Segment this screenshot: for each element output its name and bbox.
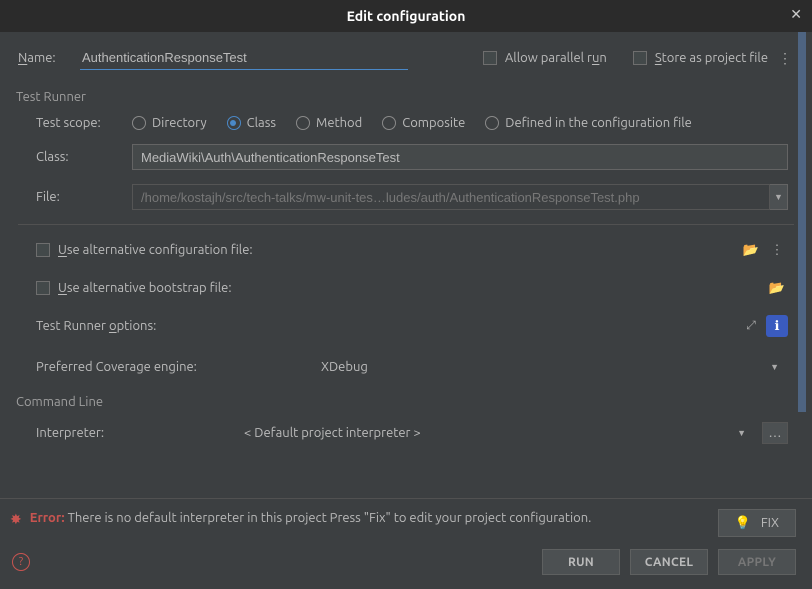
chevron-down-icon: ▼	[737, 428, 746, 438]
alt-bootstrap-label: Use alternative bootstrap file:	[58, 281, 762, 295]
close-icon[interactable]: ✕	[790, 6, 802, 23]
class-label: Class:	[36, 150, 132, 164]
interpreter-label: Interpreter:	[36, 426, 236, 440]
error-text: Error: There is no default interpreter i…	[30, 509, 706, 527]
alt-bootstrap-checkbox[interactable]	[36, 281, 50, 295]
name-label: Name:	[18, 51, 80, 65]
folder-icon[interactable]: 📂	[740, 239, 762, 261]
section-command-line: Command Line	[16, 395, 812, 409]
chevron-down-icon: ▼	[770, 362, 779, 372]
alt-config-checkbox[interactable]	[36, 243, 50, 257]
scope-class[interactable]: Class	[227, 116, 276, 130]
scroll-thumb[interactable]	[798, 32, 806, 412]
folder-icon[interactable]: 📂	[766, 277, 788, 299]
help-icon[interactable]: ?	[12, 553, 30, 571]
file-label: File:	[36, 190, 132, 204]
more-icon[interactable]: ⋮	[766, 239, 788, 261]
fix-button[interactable]: 💡 FIX	[718, 509, 796, 537]
class-input[interactable]	[132, 144, 788, 170]
runner-options-label: Test Runner options:	[36, 319, 736, 333]
section-test-runner: Test Runner	[16, 90, 812, 104]
coverage-select[interactable]: XDebug ▼	[312, 353, 788, 381]
interpreter-browse[interactable]: …	[762, 422, 788, 444]
info-icon[interactable]: ℹ	[766, 315, 788, 337]
name-input[interactable]	[80, 46, 408, 70]
bug-icon: ✸	[10, 511, 22, 528]
store-file-label: Store as project file	[655, 51, 768, 65]
allow-parallel-checkbox[interactable]	[483, 51, 497, 65]
scope-method[interactable]: Method	[296, 116, 362, 130]
alt-config-label: Use alternative configuration file:	[58, 243, 736, 257]
run-button[interactable]: RUN	[542, 549, 620, 575]
separator	[18, 224, 794, 225]
gear-icon[interactable]: ⋮	[778, 50, 792, 67]
file-dropdown-icon[interactable]: ▼	[770, 184, 788, 210]
store-file-checkbox[interactable]	[633, 51, 647, 65]
apply-button[interactable]: APPLY	[718, 549, 796, 575]
scope-defined[interactable]: Defined in the configuration file	[485, 116, 692, 130]
allow-parallel-label: Allow parallel run	[505, 51, 607, 65]
titlebar: Edit conﬁguration ✕	[0, 0, 812, 32]
expand-icon[interactable]: ⤢	[740, 315, 762, 337]
dialog-title: Edit conﬁguration	[347, 8, 466, 24]
scope-composite[interactable]: Composite	[382, 116, 465, 130]
cancel-button[interactable]: CANCEL	[630, 549, 708, 575]
coverage-label: Preferred Coverage engine:	[36, 360, 312, 374]
scope-directory[interactable]: Directory	[132, 116, 207, 130]
interpreter-select[interactable]: < Default project interpreter > ▼	[236, 419, 754, 447]
bulb-icon: 💡	[735, 516, 751, 531]
file-input	[132, 184, 770, 210]
scope-label: Test scope:	[36, 116, 132, 130]
scrollbar[interactable]	[798, 32, 806, 492]
